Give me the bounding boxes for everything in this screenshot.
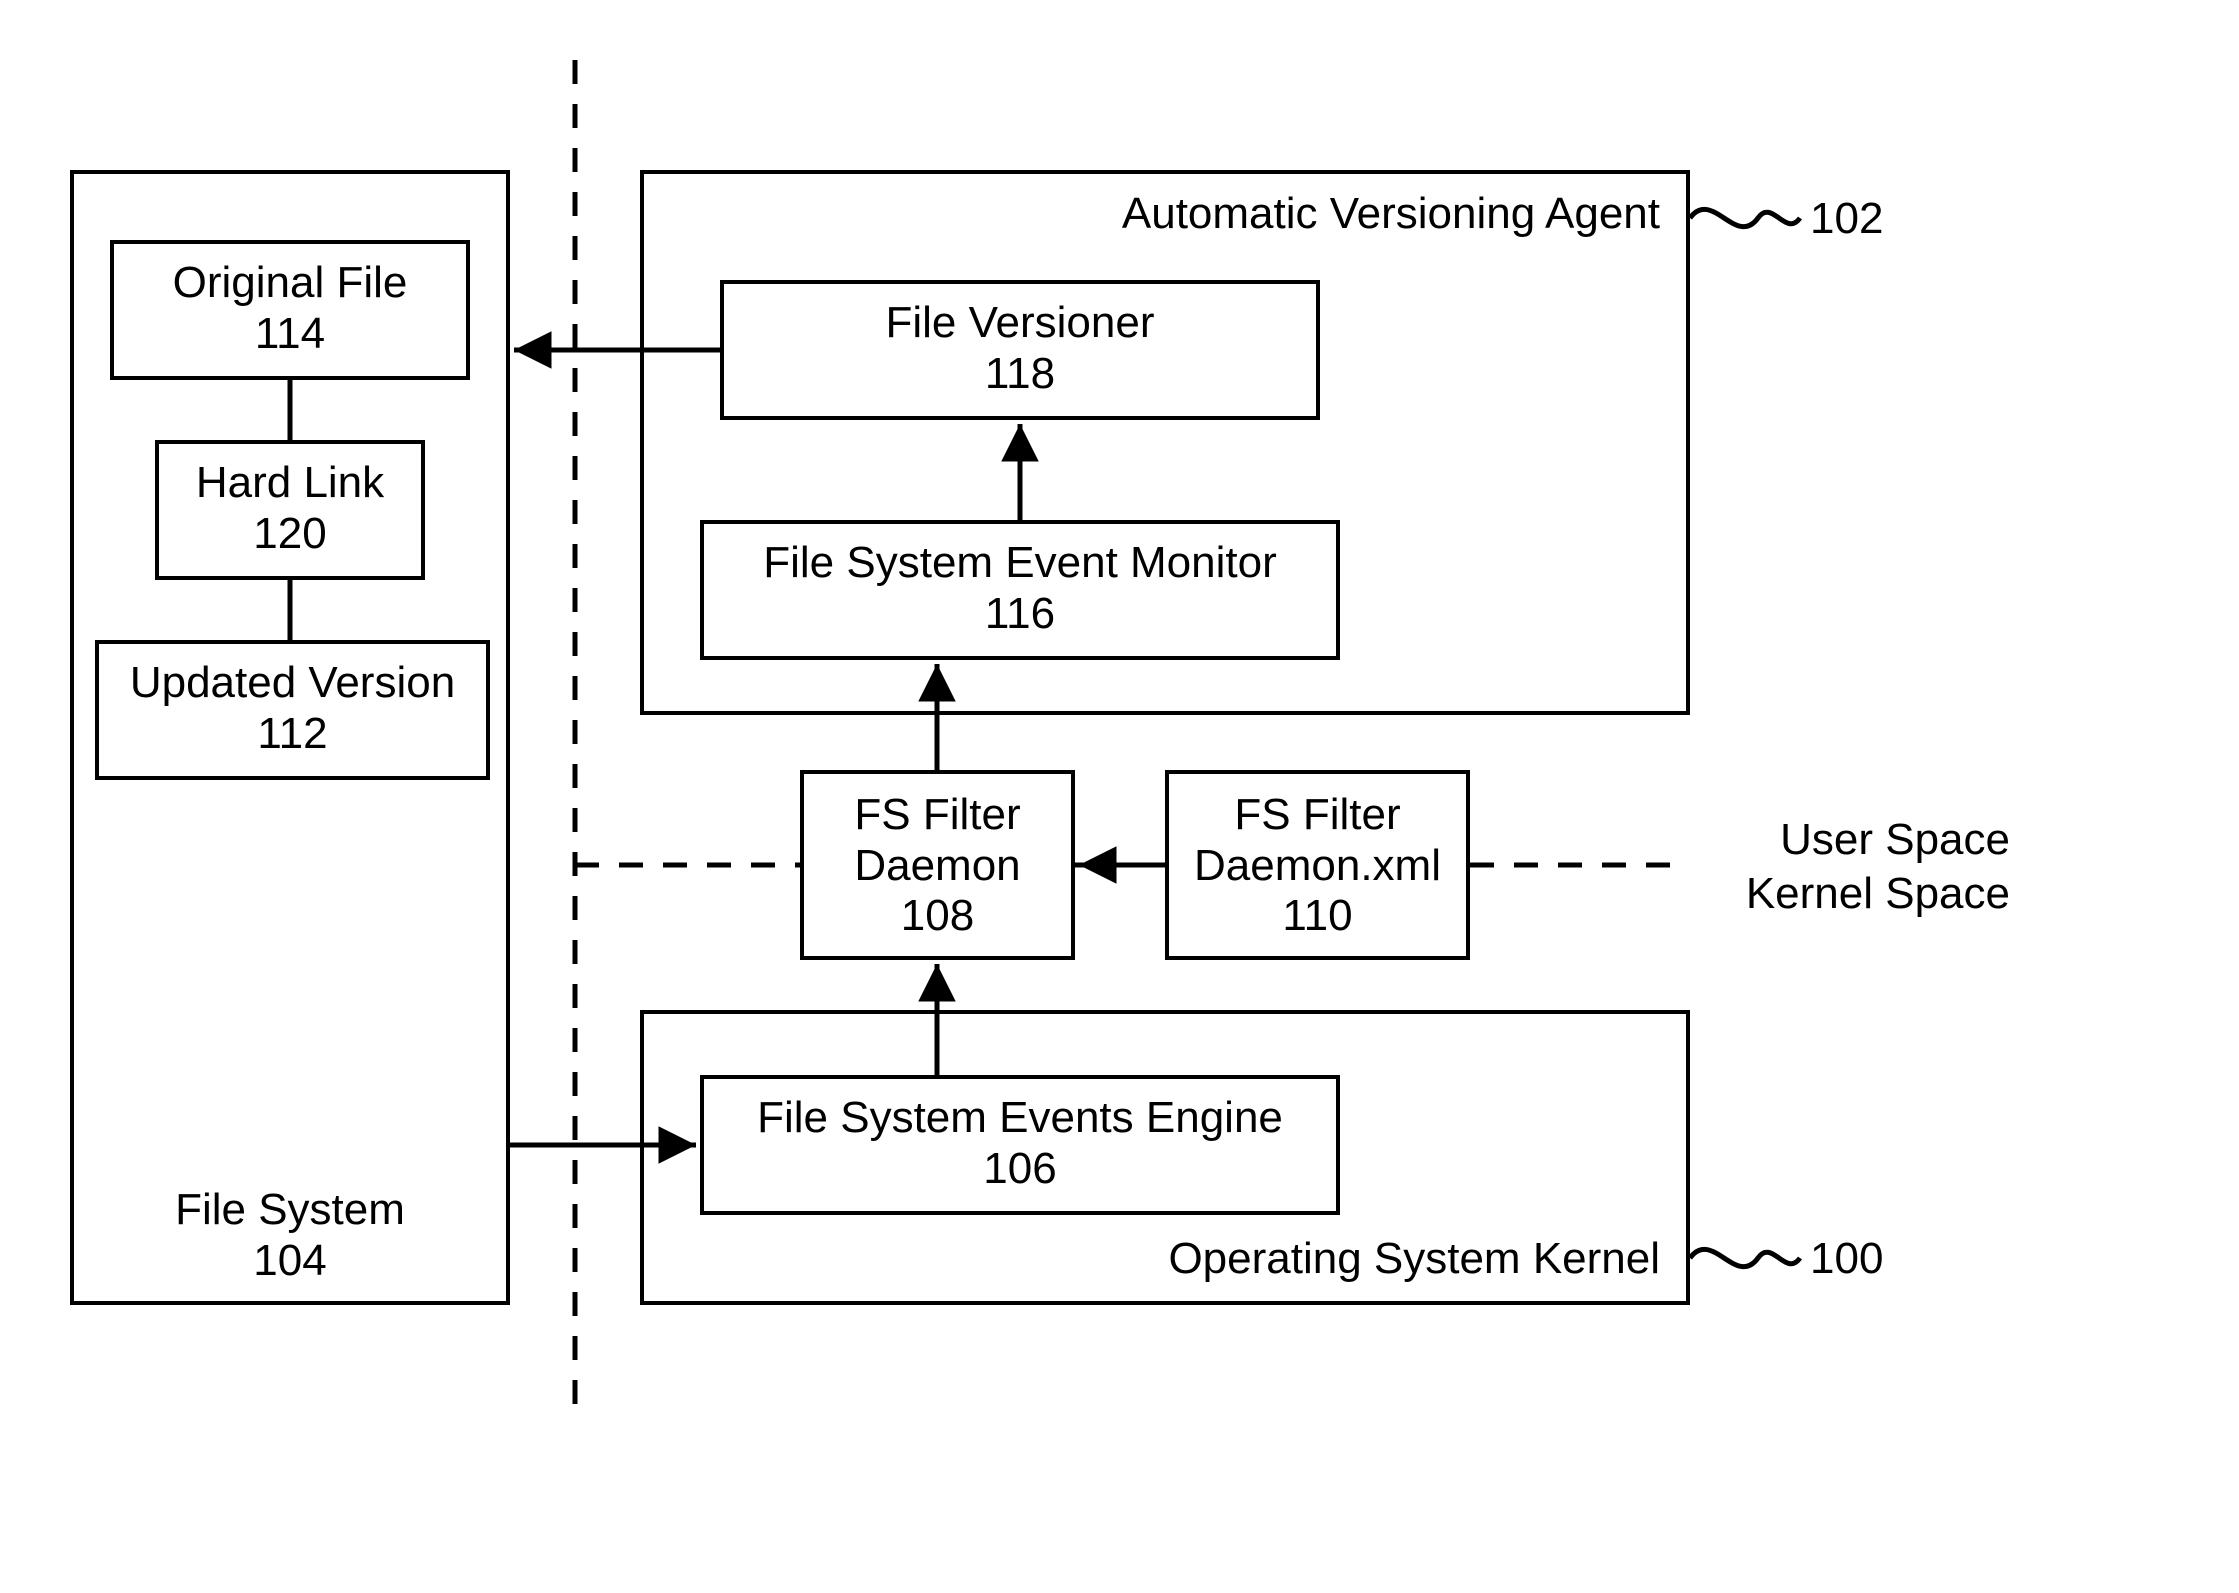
event-monitor-title: File System Event Monitor [700,538,1340,589]
updated-version-num: 112 [95,709,490,760]
hard-link-title: Hard Link [155,458,425,509]
fs-filter-daemon-num: 108 [800,891,1075,942]
fs-filter-daemon-xml-l2: Daemon.xml [1165,841,1470,892]
file-versioner-num: 118 [720,349,1320,400]
kernel-title: Operating System Kernel [640,1235,1660,1283]
fs-filter-daemon-xml-l1: FS Filter [1165,790,1470,841]
squiggle-100 [1690,1249,1800,1266]
squiggle-102 [1690,209,1800,226]
events-engine-title: File System Events Engine [700,1093,1340,1144]
original-file-label: Original File 114 [110,258,470,359]
event-monitor-num: 116 [700,589,1340,640]
file-versioner-label: File Versioner 118 [720,298,1320,399]
file-system-label: File System 104 [70,1185,510,1286]
file-system-title: File System [70,1185,510,1236]
events-engine-label: File System Events Engine 106 [700,1093,1340,1194]
fs-filter-daemon-xml-num: 110 [1165,891,1470,942]
hard-link-label: Hard Link 120 [155,458,425,559]
updated-version-title: Updated Version [95,658,490,709]
events-engine-num: 106 [700,1144,1340,1195]
updated-version-label: Updated Version 112 [95,658,490,759]
agent-title: Automatic Versioning Agent [640,190,1660,238]
event-monitor-label: File System Event Monitor 116 [700,538,1340,639]
fs-filter-daemon-l1: FS Filter [800,790,1075,841]
fs-filter-daemon-label: FS Filter Daemon 108 [800,790,1075,942]
file-versioner-title: File Versioner [720,298,1320,349]
original-file-title: Original File [110,258,470,309]
kernel-space-label: Kernel Space [1670,870,2010,918]
file-system-num: 104 [70,1236,510,1287]
agent-ref-num: 102 [1810,195,1883,243]
kernel-ref-num: 100 [1810,1235,1883,1283]
diagram-stage: File System 104 Original File 114 Hard L… [0,0,2239,1593]
original-file-num: 114 [110,309,470,360]
fs-filter-daemon-xml-label: FS Filter Daemon.xml 110 [1165,790,1470,942]
user-space-label: User Space [1710,816,2010,864]
hard-link-num: 120 [155,509,425,560]
fs-filter-daemon-l2: Daemon [800,841,1075,892]
